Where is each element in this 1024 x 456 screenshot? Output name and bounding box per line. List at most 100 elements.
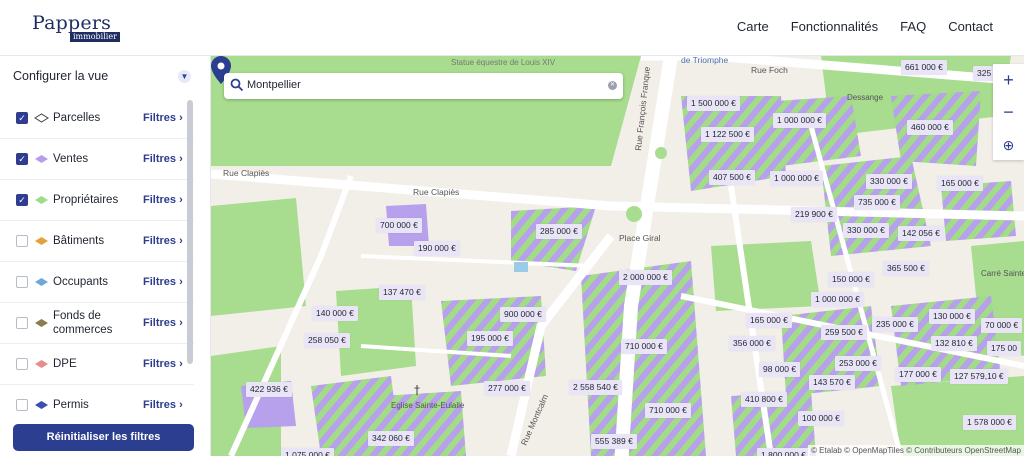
price-label[interactable]: 1 122 500 € xyxy=(701,127,754,142)
pappers-logo[interactable]: Pappers immobilier xyxy=(32,13,120,42)
price-label[interactable]: 365 500 € xyxy=(883,261,929,276)
price-label[interactable]: 132 810 € xyxy=(931,336,977,351)
map-search-bar[interactable]: Montpellier ✕ xyxy=(224,73,623,99)
price-label[interactable]: 70 000 € xyxy=(981,318,1023,333)
sale-parcel[interactable] xyxy=(581,261,706,456)
map-controls: + − ⊕ xyxy=(993,64,1024,160)
sales-diamond-icon xyxy=(35,155,48,163)
price-label[interactable]: 253 000 € xyxy=(835,356,881,371)
price-label[interactable]: 1 075 000 € xyxy=(281,448,334,456)
layer-item-dpe: DPE Filtres › xyxy=(0,344,194,385)
layer-label: Ventes xyxy=(53,153,89,165)
price-label[interactable]: 285 000 € xyxy=(536,224,582,239)
price-label[interactable]: 710 000 € xyxy=(645,403,691,418)
poi-carre-sainte: Carré Sainte xyxy=(981,269,1024,278)
price-label[interactable]: 710 000 € xyxy=(621,339,667,354)
panel-scrollbar[interactable] xyxy=(187,100,193,364)
checkbox-permis[interactable] xyxy=(16,399,28,411)
church-cross-icon: † xyxy=(414,383,420,397)
dpe-diamond-icon xyxy=(35,360,48,368)
price-label[interactable]: 342 060 € xyxy=(368,431,414,446)
price-label[interactable]: 235 000 € xyxy=(872,317,918,332)
price-label[interactable]: 150 000 € xyxy=(828,272,874,287)
nav-carte[interactable]: Carte xyxy=(737,19,769,34)
geolocate-button[interactable]: ⊕ xyxy=(993,128,1024,160)
filters-link-ventes[interactable]: Filtres › xyxy=(143,153,183,165)
price-label[interactable]: 1 000 000 € xyxy=(770,171,823,186)
search-input[interactable]: Montpellier xyxy=(247,79,301,91)
price-label[interactable]: 1 500 000 € xyxy=(687,96,740,111)
layer-config-panel: Configurer la vue ▼ ✓ Parcelles Filtres … xyxy=(0,56,211,456)
price-label[interactable]: 127 579,10 € xyxy=(950,369,1008,384)
filters-link-dpe[interactable]: Filtres › xyxy=(143,358,183,370)
filters-link-parcelles[interactable]: Filtres › xyxy=(143,112,183,124)
price-label[interactable]: 735 000 € xyxy=(854,195,900,210)
checkbox-dpe[interactable] xyxy=(16,358,28,370)
zoom-in-button[interactable]: + xyxy=(993,64,1024,96)
price-label[interactable]: 1 000 000 € xyxy=(811,292,864,307)
filters-link-batiments[interactable]: Filtres › xyxy=(143,235,183,247)
street-rue-clapies: Rue Clapiès xyxy=(413,187,459,197)
price-label[interactable]: 190 000 € xyxy=(414,241,460,256)
price-label[interactable]: 422 936 € xyxy=(246,382,292,397)
checkbox-proprietaires[interactable]: ✓ xyxy=(16,194,28,206)
price-label[interactable]: 460 000 € xyxy=(907,120,953,135)
checkbox-fonds-de-commerces[interactable] xyxy=(16,317,28,329)
price-label[interactable]: 1 800 000 € xyxy=(757,448,810,456)
price-label[interactable]: 2 000 000 € xyxy=(619,270,672,285)
nav-contact[interactable]: Contact xyxy=(948,19,993,34)
collapse-chevron-icon[interactable]: ▼ xyxy=(178,70,191,83)
layer-label: Permis xyxy=(53,399,89,411)
price-label[interactable]: 277 000 € xyxy=(484,381,530,396)
checkbox-batiments[interactable] xyxy=(16,235,28,247)
price-label[interactable]: 259 500 € xyxy=(821,325,867,340)
price-label[interactable]: 700 000 € xyxy=(376,218,422,233)
price-label[interactable]: 410 800 € xyxy=(741,392,787,407)
price-label[interactable]: 219 900 € xyxy=(791,207,837,222)
filters-link-permis[interactable]: Filtres › xyxy=(143,399,183,411)
nav-faq[interactable]: FAQ xyxy=(900,19,926,34)
map-view[interactable]: Statue équestre de Louis XIV de Triomphe… xyxy=(211,56,1024,456)
checkbox-occupants[interactable] xyxy=(16,276,28,288)
price-label[interactable]: 100 000 € xyxy=(798,411,844,426)
map-attribution[interactable]: © Etalab © OpenMapTiles © Contributeurs … xyxy=(808,445,1024,456)
price-label[interactable]: 407 500 € xyxy=(709,170,755,185)
checkbox-ventes[interactable]: ✓ xyxy=(16,153,28,165)
price-label[interactable]: 175 00 xyxy=(987,341,1021,356)
price-label[interactable]: 165 000 € xyxy=(937,176,983,191)
panel-title: Configurer la vue xyxy=(13,69,109,83)
price-label[interactable]: 330 000 € xyxy=(843,223,889,238)
price-label[interactable]: 258 050 € xyxy=(304,333,350,348)
checkbox-parcelles[interactable]: ✓ xyxy=(16,112,28,124)
price-label[interactable]: 165 000 € xyxy=(746,313,792,328)
price-label[interactable]: 555 389 € xyxy=(591,434,637,449)
reset-filters-button[interactable]: Réinitialiser les filtres xyxy=(13,424,194,451)
price-label[interactable]: 143 570 € xyxy=(809,375,855,390)
price-label[interactable]: 2 558 540 € xyxy=(569,380,622,395)
green-block xyxy=(211,198,306,316)
filters-link-fonds-de-commerces[interactable]: Filtres › xyxy=(143,317,183,329)
price-label[interactable]: 661 000 € xyxy=(901,60,947,75)
filters-link-occupants[interactable]: Filtres › xyxy=(143,276,183,288)
price-label[interactable]: 130 000 € xyxy=(929,309,975,324)
nav-fonctionnalites[interactable]: Fonctionnalités xyxy=(791,19,878,34)
place-giral-green xyxy=(626,206,642,222)
price-label[interactable]: 177 000 € xyxy=(895,367,941,382)
price-label[interactable]: 142 056 € xyxy=(898,226,944,241)
price-label[interactable]: 140 000 € xyxy=(312,306,358,321)
layer-label: DPE xyxy=(53,358,77,370)
price-label[interactable]: 330 000 € xyxy=(866,174,912,189)
poi-dessange: Dessange xyxy=(847,93,884,102)
price-label[interactable]: 900 000 € xyxy=(500,307,546,322)
price-label[interactable]: 1 000 000 € xyxy=(773,113,826,128)
clear-search-icon[interactable]: ✕ xyxy=(608,81,617,90)
price-label[interactable]: 1 578 000 € xyxy=(963,415,1016,430)
zoom-out-button[interactable]: − xyxy=(993,96,1024,128)
filters-link-proprietaires[interactable]: Filtres › xyxy=(143,194,183,206)
price-label[interactable]: 195 000 € xyxy=(467,331,513,346)
layer-label: Fonds de commerces xyxy=(53,310,113,336)
price-label[interactable]: 356 000 € xyxy=(729,336,775,351)
price-label[interactable]: 98 000 € xyxy=(759,362,801,377)
price-label[interactable]: 137 470 € xyxy=(379,285,425,300)
parcel-outline-icon xyxy=(34,113,49,123)
